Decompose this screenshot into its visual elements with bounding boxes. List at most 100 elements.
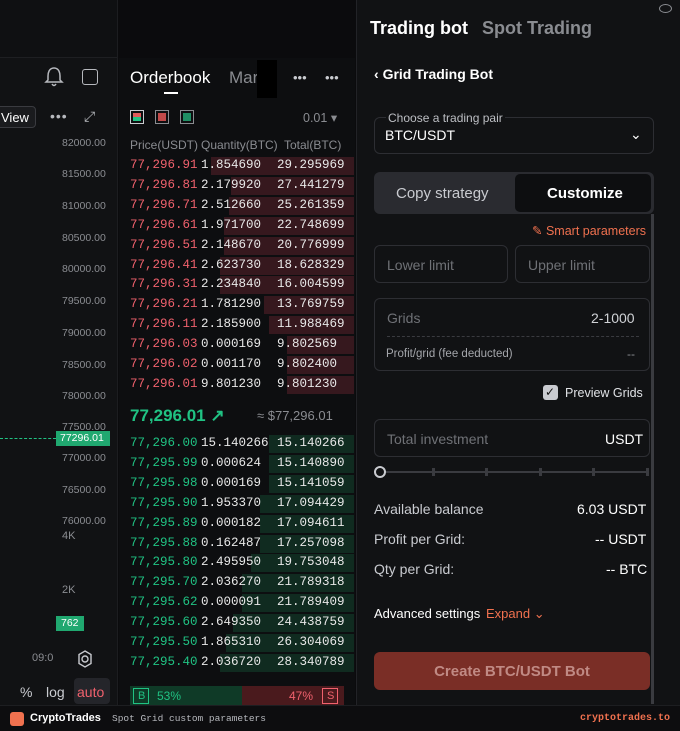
ask-price: 77,296.91 <box>130 158 198 172</box>
bid-price: 77,295.70 <box>130 575 198 590</box>
bid-total: 21.789318 <box>277 575 345 590</box>
volume-tag: 762 <box>56 616 84 631</box>
bid-qty: 2.495950 <box>201 555 262 570</box>
chevron-down-small-icon: ⌄ <box>533 606 545 621</box>
bid-price: 77,295.90 <box>130 495 198 510</box>
price-axis-label: 78500.00 <box>62 359 106 371</box>
bid-price: 77,295.99 <box>130 455 198 470</box>
panel-more-icon[interactable]: ••• <box>325 70 339 85</box>
ask-row[interactable]: 77,296.81 2.179920 27.441279 <box>130 176 354 196</box>
profit-per-grid-value: -- USDT <box>595 531 647 547</box>
orderbook-panel: Orderbook Mark ••• ••• 0.01 ▾ Price(USDT… <box>119 58 355 705</box>
panel-scrollbar[interactable] <box>651 214 654 704</box>
ask-row[interactable]: 77,296.51 2.148670 20.776999 <box>130 236 354 256</box>
chevron-left-icon: ‹ <box>374 66 379 82</box>
create-bot-button[interactable]: Create BTC/USDT Bot <box>374 652 650 690</box>
view-asks-icon[interactable] <box>155 110 169 124</box>
tab-orderbook[interactable]: Orderbook <box>130 68 210 88</box>
ask-price: 77,296.02 <box>130 357 198 371</box>
bid-row[interactable]: 77,295.80 2.495950 19.753048 <box>130 553 354 573</box>
bid-row[interactable]: 77,295.89 0.000182 17.094611 <box>130 514 354 534</box>
preview-grids-checkbox[interactable]: ✓ <box>543 385 558 400</box>
ask-row[interactable]: 77,296.91 1.854690 29.295969 <box>130 156 354 176</box>
ask-price: 77,296.81 <box>130 177 198 192</box>
more-icon[interactable]: ••• <box>50 108 68 124</box>
ask-qty: 2.623730 <box>201 257 262 272</box>
log-scale-button[interactable]: log <box>46 684 65 700</box>
copy-strategy-tab[interactable]: Copy strategy <box>396 185 489 202</box>
ask-row[interactable]: 77,296.41 2.623730 18.628329 <box>130 256 354 276</box>
ask-qty: 0.000169 <box>201 337 262 352</box>
orderbook-more-icon[interactable]: ••• <box>293 70 307 85</box>
slider-tick <box>431 468 435 476</box>
bid-row[interactable]: 77,295.99 0.000624 15.140890 <box>130 454 354 474</box>
ask-price: 77,296.21 <box>130 297 198 312</box>
view-button[interactable]: View <box>0 106 36 128</box>
chevron-down-icon: ⌄ <box>630 126 642 142</box>
bid-row[interactable]: 77,295.40 2.036720 28.340789 <box>130 653 354 673</box>
ask-total: 16.004599 <box>277 277 345 292</box>
ask-total: 29.295969 <box>277 158 345 172</box>
upper-limit-input[interactable]: Upper limit <box>515 245 650 283</box>
bid-row[interactable]: 77,296.00 15.140266 15.140266 <box>130 434 354 454</box>
expand-icon[interactable]: ⤢ <box>84 108 95 125</box>
view-both-icon[interactable] <box>130 110 144 124</box>
ask-row[interactable]: 77,296.61 1.971700 22.748699 <box>130 216 354 236</box>
price-axis-label: 81000.00 <box>62 200 106 212</box>
grids-box: Grids 2-1000 Profit/grid (fee deducted) … <box>374 298 650 371</box>
footer-site-link[interactable]: cryptotrades.to <box>580 713 670 724</box>
precision-select[interactable]: 0.01 ▾ <box>303 110 337 125</box>
price-chart[interactable]: View ••• ⤢ 82000.00 81500.00 81000.00 80500… <box>0 0 118 705</box>
bid-total: 17.094429 <box>277 495 345 510</box>
buy-badge: B <box>133 688 149 704</box>
fullscreen-toggle-icon[interactable] <box>82 69 98 85</box>
visibility-eye-icon[interactable] <box>659 4 672 13</box>
bid-row[interactable]: 77,295.98 0.000169 15.141059 <box>130 474 354 494</box>
smart-parameters-link[interactable]: ✎ Smart parameters <box>532 223 646 238</box>
bid-qty: 2.649350 <box>201 615 262 630</box>
settings-gear-icon[interactable] <box>76 650 94 668</box>
sell-badge: S <box>322 688 338 704</box>
expand-label: Expand <box>486 606 531 621</box>
percent-scale-button[interactable]: % <box>20 684 32 700</box>
ask-row[interactable]: 77,296.02 0.001170 9.802400 <box>130 355 354 375</box>
trading-pair-select[interactable]: Choose a trading pair BTC/USDT ⌄ <box>374 111 654 154</box>
mode-toggle: Copy strategy Customize <box>374 172 654 214</box>
ask-total: 25.261359 <box>277 197 345 212</box>
total-investment-input[interactable]: Total investment USDT <box>374 419 650 457</box>
pencil-icon: ✎ <box>532 224 543 238</box>
brand-name: CryptoTrades <box>30 712 101 724</box>
slider-handle[interactable] <box>374 466 386 478</box>
view-bids-icon[interactable] <box>180 110 194 124</box>
bid-qty: 0.162487 <box>201 535 262 550</box>
price-axis-label: 82000.00 <box>62 137 106 149</box>
ask-row[interactable]: 77,296.01 9.801230 9.801230 <box>130 375 354 395</box>
ask-row[interactable]: 77,296.11 2.185900 11.988469 <box>130 315 354 335</box>
expand-link[interactable]: Expand ⌄ <box>486 606 545 622</box>
bid-row[interactable]: 77,295.50 1.865310 26.304069 <box>130 633 354 653</box>
ask-row[interactable]: 77,296.03 0.000169 9.802569 <box>130 335 354 355</box>
bid-row[interactable]: 77,295.90 1.953370 17.094429 <box>130 494 354 514</box>
tab-spot-trading[interactable]: Spot Trading <box>482 18 592 39</box>
grids-range[interactable]: 2-1000 <box>591 310 635 326</box>
lower-limit-input[interactable]: Lower limit <box>374 245 508 283</box>
investment-slider[interactable] <box>374 465 650 479</box>
bid-row[interactable]: 77,295.88 0.162487 17.257098 <box>130 534 354 554</box>
auto-scale-button[interactable]: auto <box>74 678 110 704</box>
bid-row[interactable]: 77,295.62 0.000091 21.789409 <box>130 593 354 613</box>
buy-percent: 53% <box>157 689 182 703</box>
bid-row[interactable]: 77,295.60 2.649350 24.438759 <box>130 613 354 633</box>
volume-axis-2k: 2K <box>62 584 76 596</box>
ask-row[interactable]: 77,296.21 1.781290 13.769759 <box>130 295 354 315</box>
available-balance-value: 6.03 USDT <box>577 501 647 517</box>
ask-row[interactable]: 77,296.71 2.512660 25.261359 <box>130 196 354 216</box>
sell-percent: 47% <box>289 689 314 703</box>
back-button[interactable]: ‹ Grid Trading Bot <box>374 66 493 82</box>
alert-bell-icon[interactable] <box>44 66 64 88</box>
ask-row[interactable]: 77,296.31 2.234840 16.004599 <box>130 275 354 295</box>
bid-row[interactable]: 77,295.70 2.036270 21.789318 <box>130 573 354 593</box>
tab-trading-bot[interactable]: Trading bot <box>370 18 468 39</box>
bid-total: 17.094611 <box>277 515 345 530</box>
bid-total: 17.257098 <box>277 535 345 550</box>
customize-tab[interactable]: Customize <box>515 174 651 212</box>
